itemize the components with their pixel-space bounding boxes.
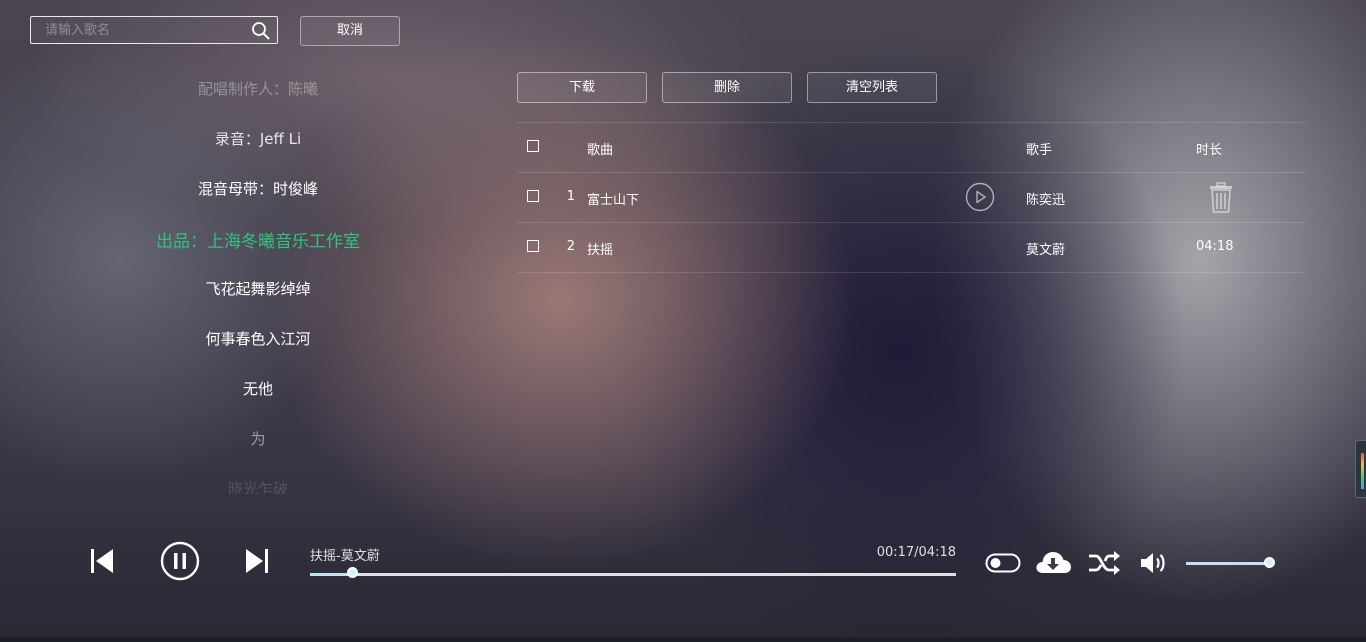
download-button[interactable]: 下载 [517, 72, 647, 103]
row-artist: 陈奕迅 [1026, 193, 1066, 208]
search-icon[interactable] [251, 21, 271, 41]
row-duration: 04:18 [1196, 239, 1234, 254]
lyric-line: 无他 [242, 380, 273, 398]
progress-bar[interactable] [310, 567, 956, 578]
cancel-button[interactable]: 取消 [300, 16, 400, 46]
volume-icon[interactable] [1138, 548, 1168, 578]
row-checkbox[interactable] [527, 240, 539, 252]
header-song: 歌曲 [587, 143, 614, 158]
shuffle-icon[interactable] [1087, 549, 1121, 577]
lyric-line: 何事春色入江河 [205, 330, 311, 348]
row-index: 1 [566, 189, 575, 204]
volume-fill [1186, 562, 1270, 565]
table-row[interactable]: 1 富士山下 陈奕迅 [517, 172, 1306, 222]
now-playing-title: 扶摇-莫文蔚 [310, 549, 380, 564]
search-box[interactable] [30, 16, 278, 44]
playback-time: 00:17/04:18 [876, 545, 956, 560]
table-row[interactable]: 2 扶摇 莫文蔚 04:18 [517, 222, 1306, 273]
row-index: 2 [566, 239, 575, 254]
table-header: 歌曲 歌手 时长 [517, 122, 1306, 172]
select-all-checkbox[interactable] [527, 140, 539, 152]
row-song: 扶摇 [587, 243, 614, 258]
volume-handle[interactable] [1264, 557, 1275, 568]
row-artist: 莫文蔚 [1026, 243, 1066, 258]
song-table: 歌曲 歌手 时长 1 富士山下 陈奕迅 2 扶摇 莫文蔚 04:18 [517, 122, 1306, 273]
cloud-download-icon[interactable] [1034, 547, 1072, 577]
level-meter [1361, 453, 1364, 489]
taskbar-strip [0, 637, 1366, 642]
lyric-line: 混音母带：时俊峰 [197, 180, 318, 198]
side-widget[interactable] [1355, 440, 1366, 498]
lyrics-panel: 配唱制作人：陈曦 录音：Jeff Li 混音母带：时俊峰 出品：上海冬曦音乐工作… [30, 62, 486, 494]
lyric-line-active: 出品：上海冬曦音乐工作室 [156, 232, 360, 252]
play-circle-icon[interactable] [965, 182, 995, 212]
header-duration: 时长 [1196, 143, 1223, 158]
toggle-switch-icon[interactable] [985, 552, 1021, 574]
header-artist: 歌手 [1026, 143, 1053, 158]
volume-slider[interactable] [1186, 557, 1275, 568]
lyric-line: 配唱制作人：陈曦 [197, 80, 318, 98]
lyric-line: 录音：Jeff Li [214, 130, 302, 148]
row-song: 富士山下 [587, 193, 640, 208]
row-checkbox[interactable] [527, 190, 539, 202]
skip-next-icon[interactable] [243, 546, 271, 576]
delete-button[interactable]: 删除 [662, 72, 792, 103]
trash-icon[interactable] [1207, 182, 1235, 214]
progress-handle[interactable] [346, 567, 358, 578]
lyric-line: 为 [250, 430, 266, 448]
pause-circle-icon[interactable] [160, 541, 200, 581]
search-input[interactable] [31, 17, 255, 43]
skip-previous-icon[interactable] [88, 546, 116, 576]
clear-list-button[interactable]: 清空列表 [807, 72, 937, 103]
lyric-line: 晓光乍破 [227, 480, 288, 494]
lyric-line: 飞花起舞影绰绰 [205, 280, 311, 298]
